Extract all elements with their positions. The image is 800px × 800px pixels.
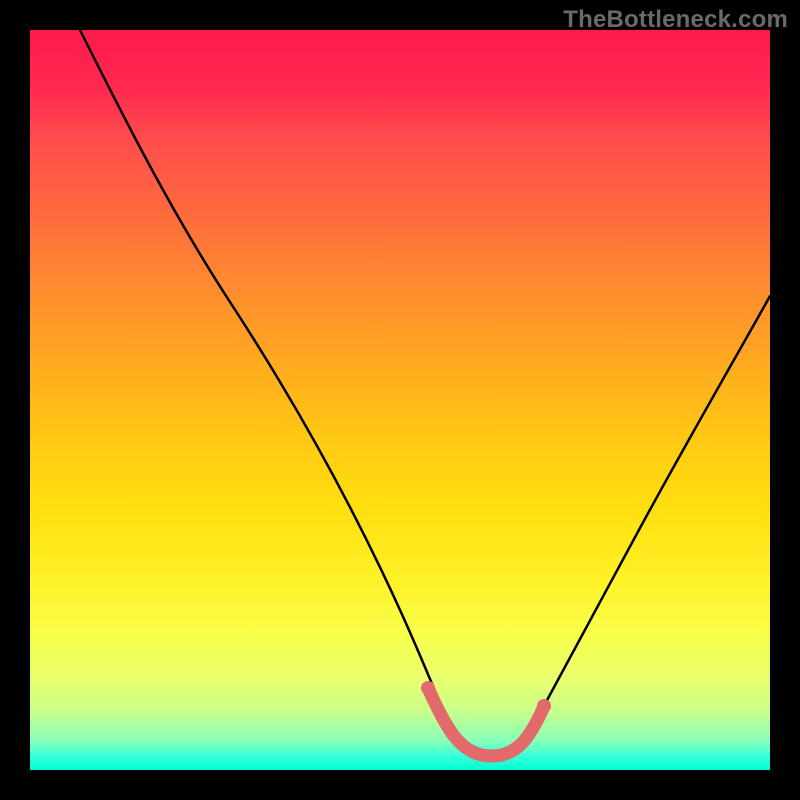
plot-area — [30, 30, 770, 770]
highlight-endpoint-left — [421, 681, 435, 695]
bottleneck-curve — [80, 30, 770, 754]
chart-container: TheBottleneck.com — [0, 0, 800, 800]
curve-svg — [30, 30, 770, 770]
highlight-endpoint-right — [537, 699, 551, 713]
highlight-segment — [428, 688, 544, 756]
